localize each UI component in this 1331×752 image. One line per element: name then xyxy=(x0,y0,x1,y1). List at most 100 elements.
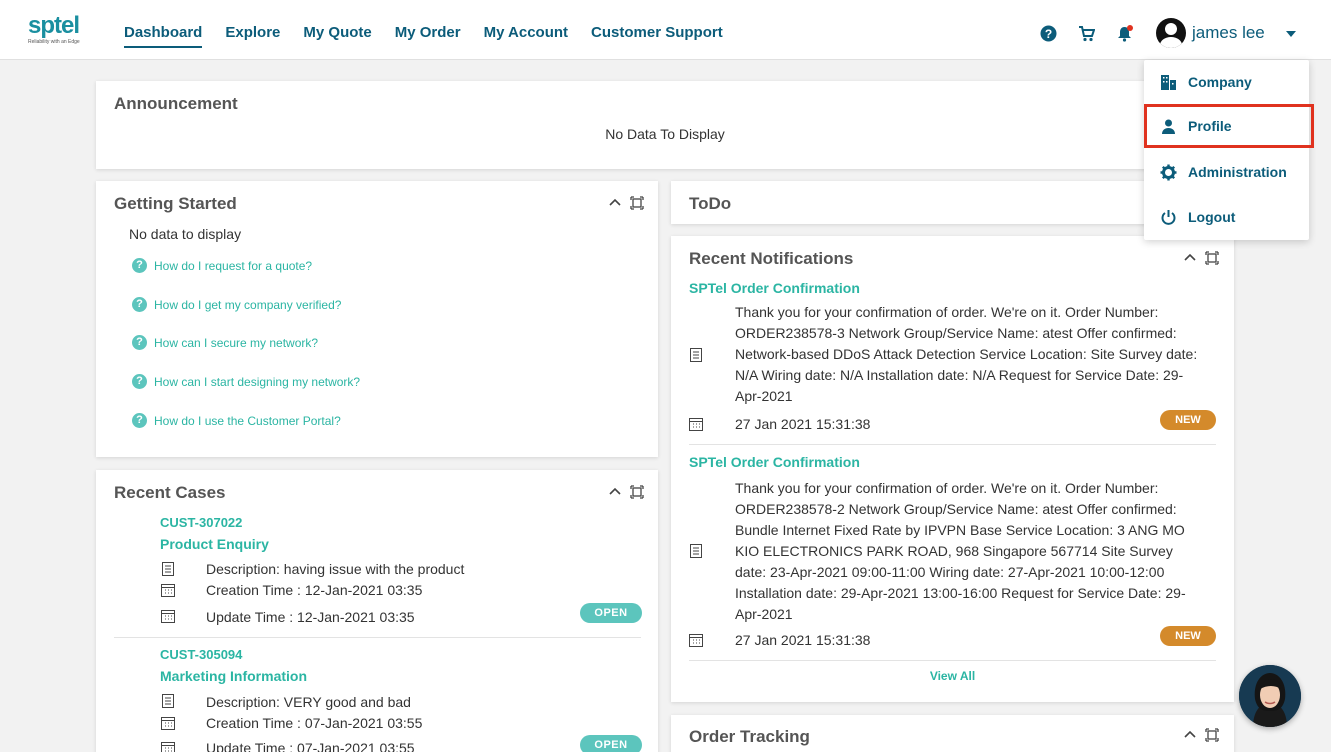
building-icon xyxy=(1161,74,1176,90)
case-update-time: Update Time : 12-Jan-2021 03:35 xyxy=(206,609,415,625)
case-id-link[interactable]: CUST-305094 xyxy=(160,647,242,662)
help-link-quote[interactable]: ? How do I request for a quote? xyxy=(132,258,312,273)
menu-item-label: Company xyxy=(1188,74,1252,90)
calendar-icon xyxy=(689,418,703,431)
nav-my-order[interactable]: My Order xyxy=(395,24,461,48)
order-tracking-title: Order Tracking xyxy=(689,727,810,746)
notification-body: Thank you for your confirmation of order… xyxy=(735,304,1198,404)
case-creation-time: Creation Time : 07-Jan-2021 03:55 xyxy=(206,715,423,731)
menu-item-logout[interactable]: Logout xyxy=(1144,197,1309,237)
divider xyxy=(689,444,1216,445)
collapse-icon[interactable] xyxy=(608,485,622,499)
nav-customer-support[interactable]: Customer Support xyxy=(591,24,723,48)
nav-dashboard[interactable]: Dashboard xyxy=(124,24,203,48)
sptel-logo[interactable]: sptel Reliability with an Edge xyxy=(28,14,92,52)
notification-timestamp: 27 Jan 2021 15:31:38 xyxy=(735,632,871,648)
help-link-label: How can I start designing my network? xyxy=(154,374,361,389)
help-link-portal[interactable]: ? How do I use the Customer Portal? xyxy=(132,413,341,428)
card-tools xyxy=(1183,251,1219,265)
nav-explore[interactable]: Explore xyxy=(225,24,280,48)
calendar-icon xyxy=(161,610,175,623)
logo-tagline: Reliability with an Edge xyxy=(28,39,80,45)
document-icon xyxy=(690,544,702,558)
new-badge: NEW xyxy=(1160,410,1216,430)
main-nav: Dashboard Explore My Quote My Order My A… xyxy=(124,24,746,48)
calendar-icon xyxy=(161,584,175,597)
nav-my-account[interactable]: My Account xyxy=(484,24,568,48)
notification-title-link[interactable]: SPTel Order Confirmation xyxy=(689,454,860,470)
case-id-link[interactable]: CUST-307022 xyxy=(160,515,242,530)
announcement-title: Announcement xyxy=(114,94,238,113)
help-icon[interactable]: ? xyxy=(1040,25,1057,42)
notification-timestamp: 27 Jan 2021 15:31:38 xyxy=(735,416,871,432)
cart-icon[interactable] xyxy=(1078,25,1095,42)
recent-notifications-card: Recent Notifications SPTel Order Confirm… xyxy=(671,236,1234,702)
svg-text:?: ? xyxy=(1045,27,1052,41)
person-icon xyxy=(1162,119,1175,134)
case-description: Description: VERY good and bad xyxy=(206,694,411,710)
menu-item-company[interactable]: Company xyxy=(1144,62,1309,102)
assistant-portrait-icon xyxy=(1239,665,1301,727)
notification-body: Thank you for your confirmation of order… xyxy=(735,480,1186,622)
announcement-empty: No Data To Display xyxy=(605,126,725,142)
help-link-secure[interactable]: ? How can I secure my network? xyxy=(132,335,318,350)
user-name: james lee xyxy=(1192,23,1265,42)
view-all-link[interactable]: View All xyxy=(671,669,1234,683)
document-icon xyxy=(162,694,174,708)
calendar-icon xyxy=(161,742,175,752)
power-icon xyxy=(1161,209,1176,225)
card-tools xyxy=(1183,728,1219,742)
expand-icon[interactable] xyxy=(1205,251,1219,265)
card-tools xyxy=(608,485,644,499)
question-icon: ? xyxy=(132,297,147,312)
expand-icon[interactable] xyxy=(1205,728,1219,742)
help-link-design[interactable]: ? How can I start designing my network? xyxy=(132,374,360,389)
collapse-icon[interactable] xyxy=(1183,251,1197,265)
question-icon: ? xyxy=(132,413,147,428)
case-update-time: Update Time : 07-Jan-2021 03:55 xyxy=(206,740,415,752)
menu-item-label: Administration xyxy=(1188,164,1287,180)
menu-item-administration[interactable]: Administration xyxy=(1144,152,1309,192)
avatar xyxy=(1156,18,1186,48)
order-tracking-card: Order Tracking xyxy=(671,715,1234,752)
divider xyxy=(114,637,641,638)
help-link-label: How can I secure my network? xyxy=(154,335,319,350)
help-link-label: How do I get my company verified? xyxy=(154,297,342,312)
calendar-icon xyxy=(161,717,175,730)
document-icon xyxy=(690,348,702,362)
getting-started-title: Getting Started xyxy=(114,194,237,213)
document-icon xyxy=(162,562,174,576)
help-link-verify[interactable]: ? How do I get my company verified? xyxy=(132,297,341,312)
user-dropdown-menu: Company Profile Administration Logout xyxy=(1144,60,1314,240)
collapse-icon[interactable] xyxy=(608,196,622,210)
notification-title-link[interactable]: SPTel Order Confirmation xyxy=(689,280,860,296)
menu-item-label: Profile xyxy=(1188,118,1232,134)
chevron-down-icon[interactable] xyxy=(1286,31,1296,37)
divider xyxy=(689,660,1216,661)
collapse-icon[interactable] xyxy=(1183,728,1197,742)
new-badge: NEW xyxy=(1160,626,1216,646)
menu-item-label: Logout xyxy=(1188,209,1236,225)
nav-my-quote[interactable]: My Quote xyxy=(303,24,371,48)
menu-item-profile[interactable]: Profile xyxy=(1144,104,1314,148)
chat-assistant-avatar[interactable] xyxy=(1239,665,1301,727)
bell-icon[interactable] xyxy=(1116,25,1133,42)
user-menu-toggle[interactable]: james lee xyxy=(1156,18,1265,48)
case-type: Marketing Information xyxy=(160,668,308,684)
status-badge: OPEN xyxy=(580,603,642,623)
todo-title: ToDo xyxy=(689,194,732,213)
announcement-card: Announcement No Data To Display xyxy=(96,81,1234,169)
case-creation-time: Creation Time : 12-Jan-2021 03:35 xyxy=(206,582,423,598)
expand-icon[interactable] xyxy=(630,196,644,210)
gear-icon xyxy=(1160,164,1177,180)
recent-notifications-title: Recent Notifications xyxy=(689,249,854,268)
case-description: Description: having issue with the produ… xyxy=(206,561,465,577)
getting-started-empty: No data to display xyxy=(129,226,242,242)
getting-started-card: Getting Started No data to display ? How … xyxy=(96,181,658,457)
help-link-label: How do I use the Customer Portal? xyxy=(154,413,341,428)
case-type: Product Enquiry xyxy=(160,536,269,552)
top-navbar: sptel Reliability with an Edge Dashboard… xyxy=(0,0,1331,60)
help-link-label: How do I request for a quote? xyxy=(154,258,313,273)
question-icon: ? xyxy=(132,335,147,350)
expand-icon[interactable] xyxy=(630,485,644,499)
